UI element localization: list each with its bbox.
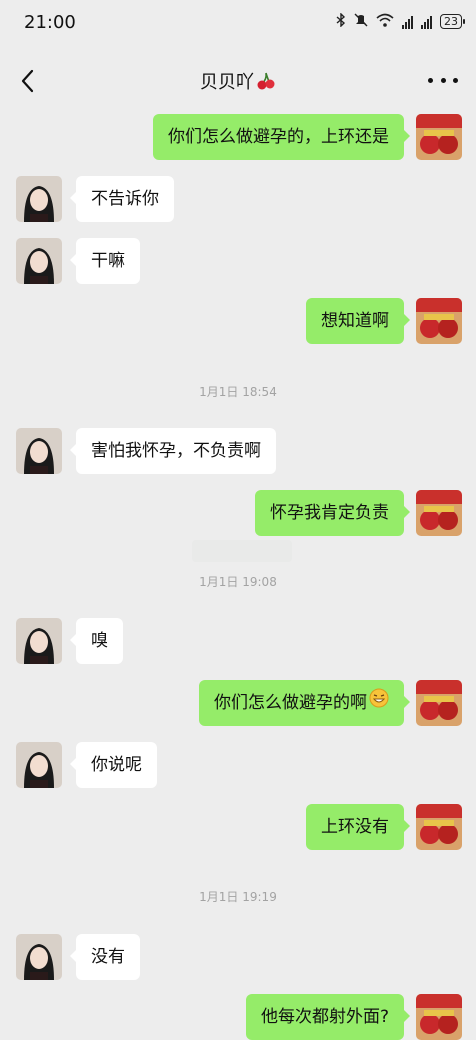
my-avatar[interactable]: [416, 680, 462, 726]
more-icon-dot: [453, 77, 458, 83]
message-bubble[interactable]: 怀孕我肯定负责: [255, 490, 410, 536]
message-text: 你们怎么做避孕的啊: [214, 693, 367, 713]
grin-emoji: [369, 680, 389, 726]
contact-avatar[interactable]: [16, 934, 62, 980]
signal-icon-1: [402, 15, 413, 29]
timestamp: 1月1日 19:08: [199, 575, 277, 589]
my-avatar[interactable]: [416, 994, 462, 1040]
my-avatar[interactable]: [416, 298, 462, 344]
contact-avatar[interactable]: [16, 428, 62, 474]
wifi-icon: [376, 13, 394, 30]
my-avatar[interactable]: [416, 804, 462, 850]
bluetooth-icon: [336, 12, 346, 30]
message-bubble[interactable]: 不告诉你: [70, 176, 174, 222]
message-bubble[interactable]: 没有: [70, 934, 140, 980]
message-bubble[interactable]: 你们怎么做避孕的，上环还是: [153, 114, 410, 160]
message-bubble[interactable]: 他每次都射外面?: [245, 994, 411, 1040]
chat-header: 贝贝吖: [0, 56, 476, 106]
blurred-area: [192, 540, 292, 562]
status-time: 21:00: [24, 12, 76, 33]
cherry-emoji: [256, 71, 276, 96]
message-bubble[interactable]: 你说呢: [70, 742, 157, 788]
message-bubble[interactable]: 上环没有: [306, 804, 410, 850]
contact-avatar[interactable]: [16, 176, 62, 222]
message-bubble[interactable]: 嗅: [70, 618, 123, 664]
mute-icon: [354, 13, 368, 30]
contact-name: 贝贝吖: [200, 72, 254, 93]
more-icon-dot: [440, 77, 446, 83]
contact-avatar[interactable]: [16, 618, 62, 664]
timestamp: 1月1日 19:19: [199, 890, 277, 904]
timestamp: 1月1日 18:54: [199, 385, 277, 399]
signal-icon-2: [421, 15, 432, 29]
message-bubble[interactable]: 害怕我怀孕，不负责啊: [70, 428, 276, 474]
more-button[interactable]: [428, 70, 458, 90]
message-bubble[interactable]: 想知道啊: [306, 298, 410, 344]
chat-title: 贝贝吖: [0, 68, 476, 96]
contact-avatar[interactable]: [16, 742, 62, 788]
message-bubble[interactable]: 你们怎么做避孕的啊: [199, 680, 410, 726]
more-icon-dot: [428, 77, 433, 83]
message-bubble[interactable]: 干嘛: [70, 238, 140, 284]
status-bar: 21:00 23: [0, 0, 476, 46]
my-avatar[interactable]: [416, 490, 462, 536]
battery-icon: 23: [440, 14, 465, 29]
contact-avatar[interactable]: [16, 238, 62, 284]
status-icons: 23: [336, 12, 465, 30]
my-avatar[interactable]: [416, 114, 462, 160]
